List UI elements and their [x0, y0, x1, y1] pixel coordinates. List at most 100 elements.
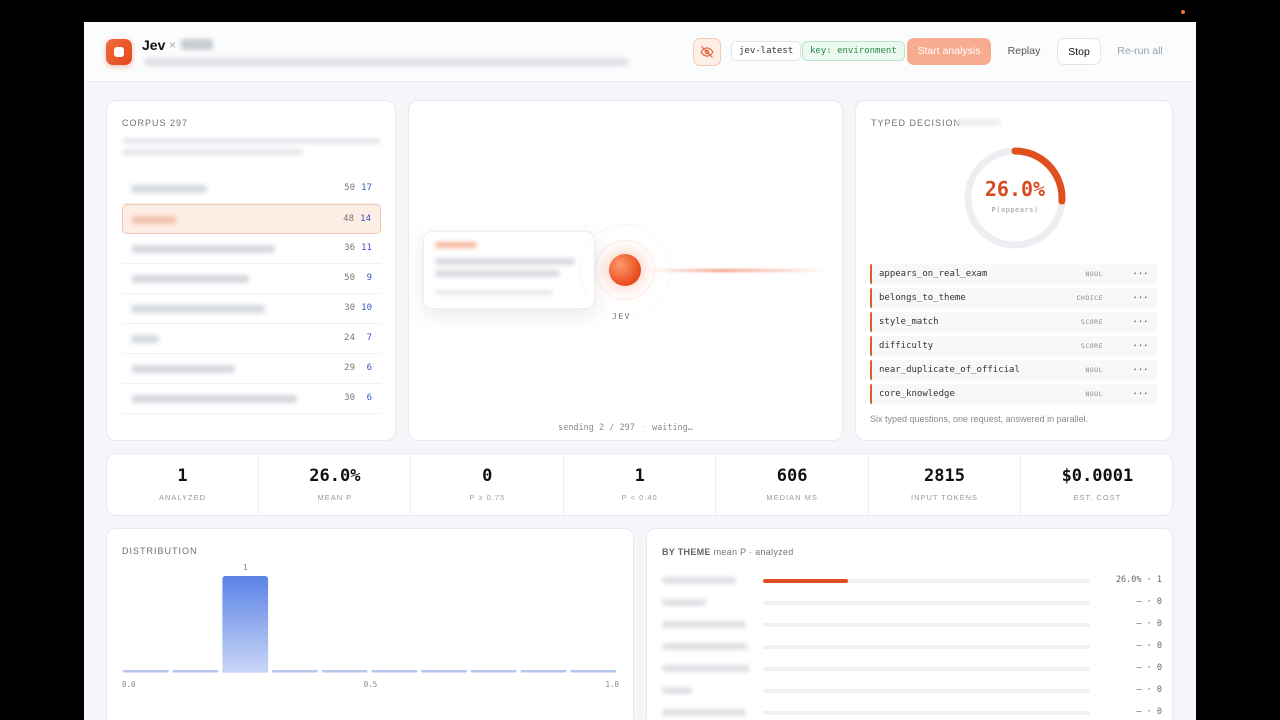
corpus-row-count: 48 [343, 214, 354, 224]
progress-status: sending 2 / 297 · waiting… [409, 423, 842, 433]
theme-row[interactable]: — · 0 [662, 662, 1162, 674]
theme-bar-fill [763, 579, 849, 583]
corpus-row-count: 50 [344, 183, 355, 193]
start-analysis-button[interactable]: Start analysis [907, 38, 991, 65]
by-theme-panel: BY THEME mean P · analyzed 26.0% · 1 — · … [646, 528, 1173, 720]
corpus-row-label-redacted [131, 275, 249, 283]
corpus-row-label-redacted [131, 395, 297, 403]
theme-bar-track [763, 623, 1090, 627]
question-row[interactable]: style_match SCORE ··· [870, 312, 1157, 332]
theme-bar-track [763, 579, 1090, 583]
stat-value: 606 [776, 466, 808, 486]
corpus-row-remaining: 14 [360, 214, 371, 224]
corpus-row-remaining: 6 [366, 393, 372, 403]
more-options-icon[interactable]: ··· [1133, 313, 1149, 328]
stat-value: 1 [177, 466, 188, 486]
status-dot [1181, 10, 1185, 14]
corpus-row-count: 30 [344, 303, 355, 313]
stat-label: MEAN P [317, 493, 353, 502]
stat-cell: 0 P ≥ 0.75 [412, 454, 564, 517]
theme-row-value: — · 0 [1136, 663, 1162, 673]
model-chip[interactable]: jev-latest [731, 41, 802, 61]
question-row[interactable]: near_duplicate_of_official NOUL ··· [870, 360, 1157, 380]
corpus-panel: CORPUS 297 50 17 48 14 36 11 50 9 30 10 24 7 29 6 30 6 [106, 100, 396, 441]
subtitle-redacted [144, 58, 628, 66]
corpus-row[interactable]: 36 11 [122, 234, 381, 264]
question-row[interactable]: core_knowledge NOUL ··· [870, 384, 1157, 404]
stat-label: EST. COST [1073, 493, 1122, 502]
corpus-row-label-redacted [131, 245, 275, 253]
question-name: difficulty [879, 341, 934, 351]
model-orb-icon [609, 254, 641, 286]
replay-button[interactable]: Replay [994, 38, 1054, 65]
corpus-row-count: 50 [344, 273, 355, 283]
theme-row-value: — · 0 [1136, 641, 1162, 651]
more-options-icon[interactable]: ··· [1133, 361, 1149, 376]
question-name: core_knowledge [879, 389, 955, 399]
project-name-redacted [181, 39, 213, 50]
more-options-icon[interactable]: ··· [1133, 289, 1149, 304]
typed-decision-meta-redacted [957, 119, 1001, 126]
corpus-description-redacted [122, 138, 380, 158]
corpus-row[interactable]: 29 6 [122, 354, 381, 384]
typed-footer: Six typed questions, one request, answer… [870, 414, 1089, 424]
theme-row[interactable]: — · 0 [662, 640, 1162, 652]
theme-bar-track [763, 711, 1090, 715]
top-bar: Jev × jev-latest key: environment Start … [84, 22, 1196, 82]
stat-label: P < 0.40 [621, 493, 658, 502]
corpus-row-remaining: 17 [361, 183, 372, 193]
question-row[interactable]: difficulty SCORE ··· [870, 336, 1157, 356]
corpus-row-count: 24 [344, 333, 355, 343]
theme-bar-track [763, 667, 1090, 671]
rerun-all-button[interactable]: Re-run all [1109, 38, 1171, 65]
theme-row[interactable]: — · 0 [662, 706, 1162, 718]
theme-row[interactable]: — · 0 [662, 618, 1162, 630]
corpus-row-count: 36 [344, 243, 355, 253]
theme-row-value: 26.0% · 1 [1115, 575, 1162, 585]
corpus-row-label-redacted [131, 335, 159, 343]
typed-decision-panel: TYPED DECISION 26.0% P(appears) appears_… [855, 100, 1173, 441]
theme-row[interactable]: 26.0% · 1 [662, 574, 1162, 586]
theme-row[interactable]: — · 0 [662, 596, 1162, 608]
corpus-row[interactable]: 50 17 [122, 174, 381, 204]
corpus-row-count: 30 [344, 393, 355, 403]
corpus-row[interactable]: 50 9 [122, 264, 381, 294]
distribution-bar-baseline [123, 670, 169, 673]
privacy-toggle-button[interactable] [693, 38, 721, 66]
gauge-value: 26.0% [984, 177, 1046, 201]
corpus-row[interactable]: 30 6 [122, 384, 381, 414]
stat-value: 26.0% [309, 466, 361, 486]
api-key-chip[interactable]: key: environment [802, 41, 905, 61]
stat-label: INPUT TOKENS [910, 493, 979, 502]
question-row[interactable]: appears_on_real_exam NOUL ··· [870, 264, 1157, 284]
corpus-row[interactable]: 24 7 [122, 324, 381, 354]
theme-name-redacted [662, 577, 736, 584]
question-type-badge: SCORE [1080, 342, 1103, 350]
theme-row[interactable]: — · 0 [662, 684, 1162, 696]
signal-beam [649, 269, 829, 272]
distribution-bar-baseline [421, 670, 467, 673]
more-options-icon[interactable]: ··· [1133, 337, 1149, 352]
theme-row-value: — · 0 [1136, 685, 1162, 695]
more-options-icon[interactable]: ··· [1133, 385, 1149, 400]
corpus-row[interactable]: 48 14 [122, 204, 381, 234]
distribution-bar[interactable] [222, 576, 269, 672]
stats-bar: 1 ANALYZED 26.0% MEAN P 0 P ≥ 0.75 1 P < 0.40 60… [106, 453, 1173, 517]
corpus-row-label-redacted [131, 305, 265, 313]
question-row[interactable]: belongs_to_theme CHOICE ··· [870, 288, 1157, 308]
question-type-badge: NOUL [1085, 270, 1103, 278]
theme-bar-track [763, 645, 1090, 649]
question-list: appears_on_real_exam NOUL ··· belongs_to_th… [870, 264, 1157, 408]
corpus-row-label-redacted [131, 185, 207, 193]
more-options-icon[interactable]: ··· [1133, 265, 1149, 280]
stop-button[interactable]: Stop [1057, 38, 1101, 65]
distribution-bar-baseline [520, 670, 567, 673]
distribution-bar-baseline [321, 670, 368, 673]
theme-name-redacted [662, 709, 746, 716]
corpus-row[interactable]: 30 10 [122, 294, 381, 324]
corpus-row-label-redacted [132, 216, 176, 224]
theme-row-value: — · 0 [1136, 707, 1162, 717]
distribution-x-tick: 1.0 [605, 680, 619, 689]
theme-row-value: — · 0 [1136, 619, 1162, 629]
distribution-x-tick: 0.0 [122, 680, 136, 689]
